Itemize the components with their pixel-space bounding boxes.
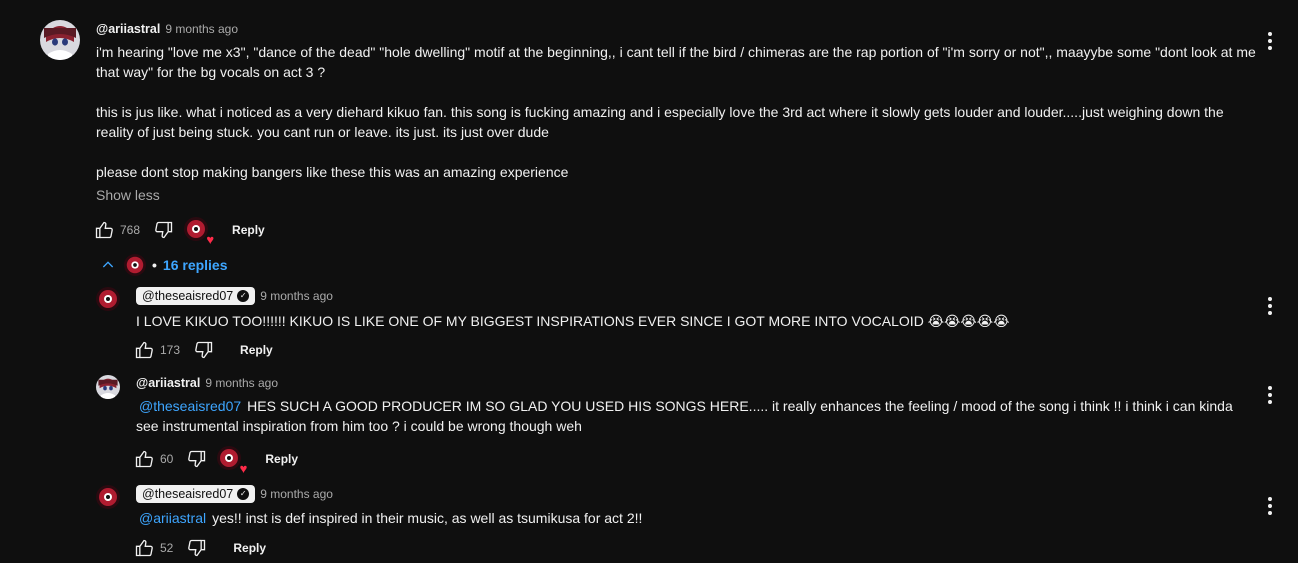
- comments-section: @ariiastral 9 months ago i'm hearing "lo…: [0, 0, 1298, 563]
- reply-body: I LOVE KIKUO TOO!!!!!! KIKUO IS LIKE ONE…: [136, 313, 1010, 329]
- comment-header: @ariiastral 9 months ago: [96, 22, 238, 36]
- creator-heart-badge: ♥: [184, 217, 214, 246]
- author-name[interactable]: @ariiastral: [136, 376, 200, 390]
- separator-dot: •: [152, 257, 157, 273]
- replies-avatar: [124, 254, 146, 276]
- comment-paragraph: this is jus like. what i noticed as a ve…: [96, 104, 1224, 140]
- like-count: 768: [120, 223, 141, 237]
- thumbs-up-icon[interactable]: [134, 340, 154, 360]
- reply-header: @ariiastral 9 months ago: [136, 376, 278, 390]
- creator-avatar: [184, 217, 209, 241]
- replies-count: 16 replies: [162, 257, 228, 273]
- author-name: @theseaisred07: [142, 289, 234, 303]
- like-count: 52: [160, 541, 174, 555]
- creator-author-chip[interactable]: @theseaisred07 ✓: [136, 485, 256, 503]
- thumbs-up-icon[interactable]: [94, 220, 114, 240]
- timestamp[interactable]: 9 months ago: [260, 289, 333, 303]
- author-name[interactable]: @ariiastral: [96, 22, 160, 36]
- avatar[interactable]: [96, 485, 120, 509]
- reply-text: I LOVE KIKUO TOO!!!!!! KIKUO IS LIKE ONE…: [136, 311, 1246, 331]
- creator-author-chip[interactable]: @theseaisred07 ✓: [136, 287, 256, 305]
- reply-button[interactable]: Reply: [232, 223, 265, 237]
- chevron-up-icon: [102, 261, 114, 268]
- reply-button[interactable]: Reply: [265, 452, 298, 466]
- thumbs-up-icon[interactable]: [134, 538, 154, 558]
- replies-toggle-button[interactable]: • 16 replies: [100, 254, 228, 276]
- timestamp[interactable]: 9 months ago: [260, 487, 333, 501]
- comment-actions: 768 ♥ Reply: [94, 217, 265, 246]
- three-dots-vertical-icon[interactable]: [1258, 494, 1282, 518]
- thumbs-down-icon[interactable]: [187, 449, 207, 469]
- comment-paragraph: i'm hearing "love me x3", "dance of the …: [96, 44, 1256, 80]
- reply-actions: 52 Reply: [134, 538, 266, 558]
- reply-button[interactable]: Reply: [233, 541, 266, 555]
- thumbs-down-icon[interactable]: [187, 538, 207, 558]
- comment-text: i'm hearing "love me x3", "dance of the …: [96, 42, 1256, 182]
- reply-header: @theseaisred07 ✓ 9 months ago: [136, 287, 333, 305]
- thumbs-down-icon[interactable]: [154, 220, 174, 240]
- comment-paragraph: please dont stop making bangers like the…: [96, 164, 569, 180]
- mention-link[interactable]: @theseaisred07: [139, 398, 241, 414]
- verified-check-icon: ✓: [237, 488, 250, 500]
- show-less-button[interactable]: Show less: [96, 187, 160, 203]
- thumbs-up-icon[interactable]: [134, 449, 154, 469]
- like-count: 173: [160, 343, 181, 357]
- creator-heart-badge: ♥: [217, 446, 247, 475]
- reply-body: yes!! inst is def inspired in their musi…: [212, 510, 643, 526]
- heart-icon: ♥: [206, 232, 215, 247]
- reply-header: @theseaisred07 ✓ 9 months ago: [136, 485, 333, 503]
- thumbs-down-icon[interactable]: [194, 340, 214, 360]
- author-name: @theseaisred07: [142, 487, 234, 501]
- three-dots-vertical-icon[interactable]: [1258, 29, 1282, 53]
- reply-actions: 60 ♥ Reply: [134, 446, 298, 475]
- avatar[interactable]: [96, 375, 120, 399]
- reply-button[interactable]: Reply: [240, 343, 273, 357]
- timestamp[interactable]: 9 months ago: [165, 22, 238, 36]
- like-count: 60: [160, 452, 174, 466]
- reply-body: HES SUCH A GOOD PRODUCER IM SO GLAD YOU …: [136, 398, 1233, 434]
- timestamp[interactable]: 9 months ago: [205, 376, 278, 390]
- three-dots-vertical-icon[interactable]: [1258, 383, 1282, 407]
- reply-text: @theseaisred07 HES SUCH A GOOD PRODUCER I…: [136, 396, 1246, 436]
- verified-check-icon: ✓: [237, 290, 250, 302]
- heart-icon: ♥: [239, 461, 248, 476]
- avatar[interactable]: [96, 287, 120, 311]
- mention-link[interactable]: @ariiastral: [139, 510, 206, 526]
- three-dots-vertical-icon[interactable]: [1258, 294, 1282, 318]
- creator-avatar: [217, 446, 242, 470]
- reply-text: @ariiastral yes!! inst is def inspired in…: [136, 508, 1246, 528]
- reply-actions: 173 Reply: [134, 340, 273, 360]
- avatar[interactable]: [40, 20, 80, 60]
